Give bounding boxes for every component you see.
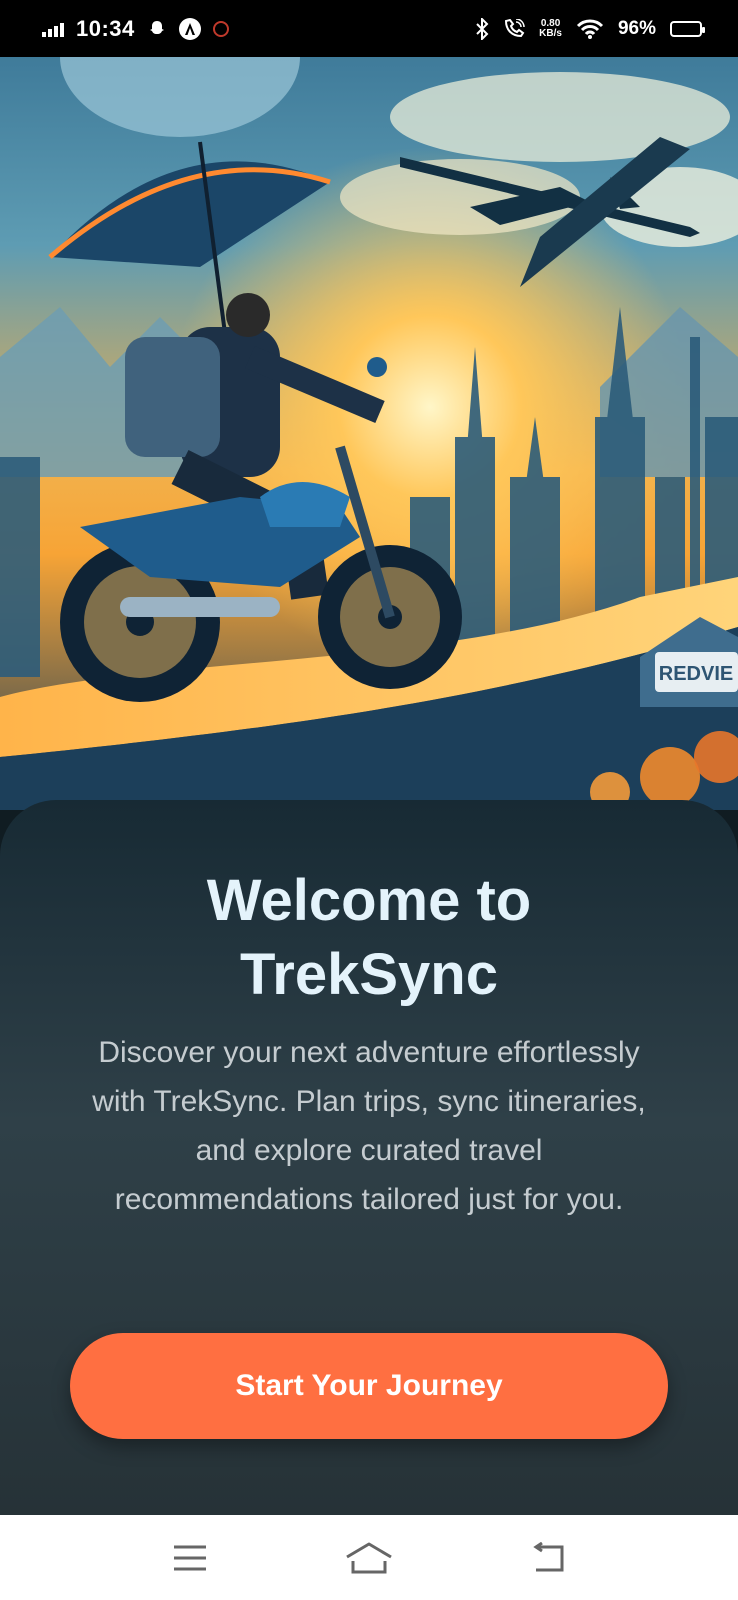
battery-icon	[670, 20, 705, 37]
welcome-card: Welcome to TrekSync Discover your next a…	[0, 800, 738, 1515]
network-speed-unit: KB/s	[539, 27, 562, 39]
status-left: 10:34	[42, 16, 229, 42]
wifi-icon	[576, 18, 604, 40]
battery-percent: 96%	[617, 17, 656, 39]
call-icon	[503, 18, 525, 39]
status-right: 0.80 KB/s 96%	[475, 17, 705, 40]
notification-icon	[212, 20, 229, 37]
back-icon[interactable]	[518, 1533, 578, 1583]
welcome-title-line1: Welcome to	[206, 868, 532, 933]
app-a-icon	[178, 17, 201, 40]
sign-text: REDVIE	[659, 663, 733, 685]
system-nav-bar	[0, 1515, 738, 1600]
welcome-title-line2: TrekSync	[240, 942, 498, 1007]
welcome-title: Welcome to TrekSync	[0, 864, 738, 1012]
status-time: 10:34	[76, 15, 135, 41]
hero-artwork: REDVIE	[0, 57, 738, 810]
network-speed: 0.80 KB/s	[539, 17, 562, 39]
hero-illustration: REDVIE	[0, 57, 738, 810]
home-icon[interactable]	[339, 1533, 399, 1583]
snapchat-icon	[147, 19, 167, 39]
network-speed-value: 0.80	[540, 17, 561, 29]
menu-icon[interactable]	[160, 1533, 220, 1583]
start-journey-button[interactable]: Start Your Journey	[70, 1333, 668, 1439]
bluetooth-icon	[475, 17, 489, 40]
status-bar: 10:34 0.80 KB/s 96%	[0, 0, 738, 57]
welcome-description: Discover your next adventure effortlessl…	[92, 1036, 646, 1216]
signal-icon	[42, 21, 64, 37]
